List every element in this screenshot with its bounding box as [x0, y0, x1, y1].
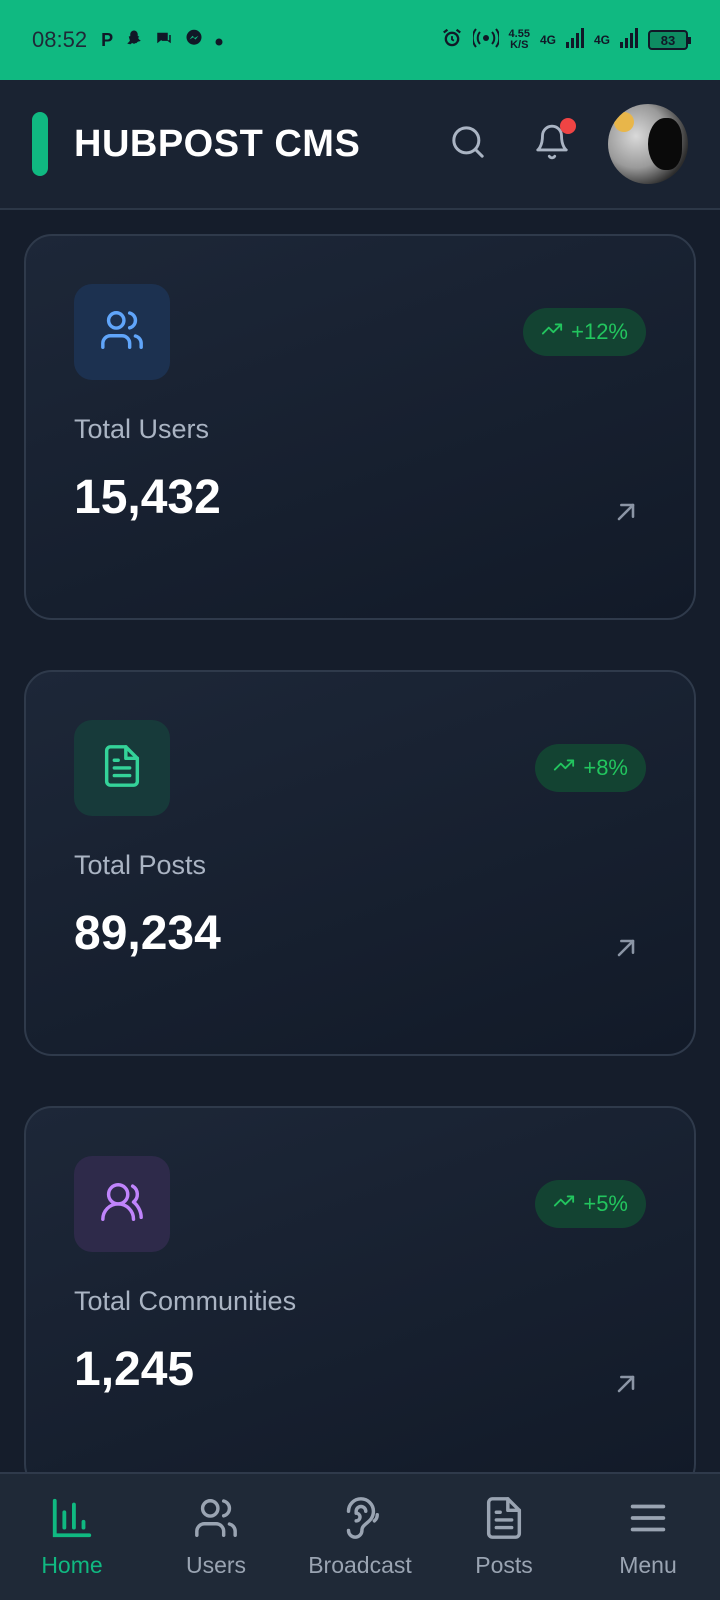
trend-value: +5%	[583, 1191, 628, 1216]
avatar-emoji-icon	[614, 112, 634, 132]
search-icon	[448, 122, 488, 167]
messenger-icon	[185, 29, 203, 52]
document-icon	[481, 1495, 527, 1546]
parking-app-icon: P	[101, 29, 114, 50]
stat-value: 1,245	[74, 1343, 195, 1396]
nav-item-home[interactable]: Home	[0, 1474, 144, 1600]
signal-icon	[620, 27, 638, 53]
trending-up-icon	[553, 754, 575, 782]
signal-icon	[565, 27, 584, 53]
trend-value: +8%	[583, 755, 628, 780]
nav-label: Broadcast	[308, 1552, 412, 1578]
profile-avatar[interactable]	[608, 104, 688, 184]
nav-label: Home	[41, 1552, 103, 1578]
trending-up-icon	[553, 1190, 575, 1218]
brand-accent-bar	[32, 112, 48, 176]
trend-value: +12%	[571, 319, 628, 344]
snapchat-icon	[125, 29, 143, 52]
speed-unit: K/S	[510, 39, 529, 51]
trending-up-icon	[541, 318, 563, 346]
stat-label: Total Communities	[74, 1286, 297, 1316]
nav-item-broadcast[interactable]: Broadcast	[288, 1474, 432, 1600]
stat-card-communities[interactable]: +5% Total Communities 1,245	[24, 1106, 696, 1472]
notifications-button[interactable]	[524, 116, 580, 172]
stat-card-users[interactable]: +12% Total Users 15,432	[24, 234, 696, 620]
nav-item-posts[interactable]: Posts	[432, 1474, 576, 1600]
stat-icon-box	[74, 1156, 170, 1252]
stat-value: 89,234	[74, 907, 221, 960]
stat-value: 15,432	[74, 471, 221, 524]
stat-label: Total Posts	[74, 850, 207, 880]
arrow-up-right-icon[interactable]	[612, 1370, 640, 1398]
arrow-up-right-icon[interactable]	[612, 934, 640, 962]
app-title: HUBPOST CMS	[74, 122, 361, 165]
bar-chart-icon	[49, 1495, 95, 1546]
stat-card-posts[interactable]: +8% Total Posts 89,234	[24, 670, 696, 1056]
network-type-1: 4G	[539, 33, 556, 47]
notification-dot-icon	[215, 30, 223, 51]
nav-item-menu[interactable]: Menu	[576, 1474, 720, 1600]
nav-item-users[interactable]: Users	[144, 1474, 288, 1600]
battery-icon: 83	[648, 30, 691, 50]
nav-label: Menu	[619, 1552, 677, 1578]
network-type-2: 4G	[593, 33, 610, 47]
bottom-navigation: Home Users Broadcast Posts Menu	[0, 1472, 720, 1600]
alarm-icon	[441, 27, 463, 54]
users-icon	[193, 1495, 239, 1546]
stat-icon-box	[74, 284, 170, 380]
notification-badge	[560, 118, 576, 134]
trend-badge: +5%	[535, 1180, 646, 1228]
status-time: 08:52	[32, 27, 88, 52]
trend-badge: +8%	[535, 744, 646, 792]
stat-icon-box	[74, 720, 170, 816]
hotspot-icon	[471, 27, 500, 54]
communities-icon	[99, 1179, 145, 1230]
status-bar: 08:52 P 4.55 K/S 4G 4G 83	[0, 0, 720, 80]
dashboard-content[interactable]: +12% Total Users 15,432 +8% Total Posts …	[0, 210, 720, 1472]
broadcast-icon	[337, 1495, 383, 1546]
arrow-up-right-icon[interactable]	[612, 498, 640, 526]
document-icon	[99, 743, 145, 794]
trend-badge: +12%	[523, 308, 646, 356]
chat-app-icon	[155, 29, 173, 52]
menu-icon	[625, 1495, 671, 1546]
app-header: HUBPOST CMS	[0, 80, 720, 210]
search-button[interactable]	[440, 116, 496, 172]
stat-label: Total Users	[74, 414, 210, 444]
network-speed: 4.55 K/S	[509, 29, 530, 51]
nav-label: Users	[185, 1552, 247, 1578]
users-icon	[99, 307, 145, 358]
nav-label: Posts	[475, 1552, 533, 1578]
